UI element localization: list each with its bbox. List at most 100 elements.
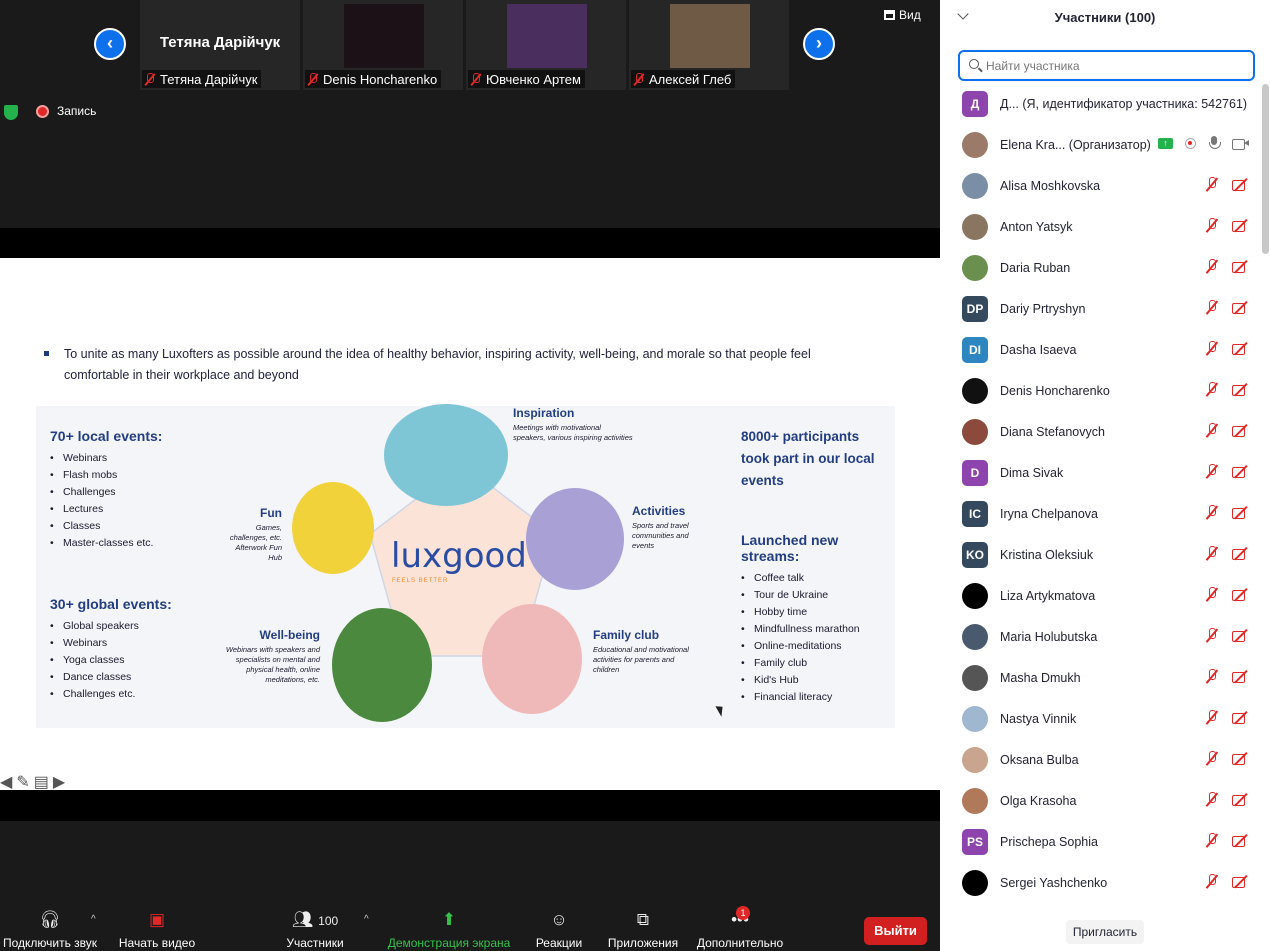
reactions-button[interactable]: ☺ Реакции <box>532 910 586 950</box>
avatar <box>962 664 988 691</box>
letterbox-bottom <box>0 790 940 821</box>
avatar <box>962 131 988 158</box>
view-button[interactable]: Вид <box>884 8 921 22</box>
avatar <box>962 869 988 896</box>
participant-row[interactable]: IC Iryna Chelpanova <box>940 493 1262 534</box>
invite-button[interactable]: Пригласить <box>1066 920 1144 944</box>
participant-row[interactable]: Д Д... (Я, идентификатор участника: 54276… <box>940 83 1262 124</box>
family-title: Family club <box>593 628 660 642</box>
participant-row[interactable]: Alisa Moshkovska <box>940 165 1262 206</box>
mic-off-icon <box>1206 751 1218 766</box>
streams-column: 8000+ participants took part in our loca… <box>741 426 891 706</box>
mic-off-icon <box>1206 259 1218 274</box>
participant-row[interactable]: Nastya Vinnik <box>940 698 1262 739</box>
participant-name: Daria Ruban <box>1000 260 1071 275</box>
mic-off-icon <box>1206 177 1218 192</box>
camera-off-icon <box>1232 875 1250 888</box>
recording-indicator[interactable]: Запись <box>36 104 96 118</box>
camera-off-icon <box>1232 834 1250 847</box>
participant-row[interactable]: Daria Ruban <box>940 247 1262 288</box>
mic-off-icon <box>1206 300 1218 315</box>
participant-row[interactable]: Elena Kra... (Организатор) ↑ <box>940 124 1262 165</box>
arrow-left-icon[interactable]: ◀ <box>0 772 12 792</box>
apps-label: Приложения <box>607 936 679 950</box>
participants-options-caret[interactable]: ^ <box>364 914 369 925</box>
participant-name: Elena Kra... (Организатор) <box>1000 137 1151 152</box>
next-page-button[interactable]: › <box>803 28 835 60</box>
participant-name: Denis Honcharenko <box>1000 383 1110 398</box>
video-thumbnail[interactable]: Ювченко Артем <box>466 0 626 90</box>
video-thumbnail[interactable]: Тетяна Дарійчук Тетяна Дарійчук <box>140 0 300 90</box>
participants-button[interactable]: 👥︎ 100 Участники <box>282 910 348 950</box>
family-caption: Family club Educational and motivational… <box>593 628 693 675</box>
list-item: Lectures <box>50 501 240 518</box>
comment-icon[interactable]: ▤ <box>34 772 49 792</box>
notification-badge: 1 <box>736 906 750 920</box>
avatar <box>962 787 988 814</box>
participant-row[interactable]: KO Kristina Oleksiuk <box>940 534 1262 575</box>
participant-row[interactable]: Oksana Bulba <box>940 739 1262 780</box>
shield-icon[interactable] <box>4 105 18 120</box>
camera-off-icon <box>1232 301 1250 314</box>
participant-search[interactable] <box>958 50 1255 81</box>
camera-off-icon <box>1232 588 1250 601</box>
participant-name: Olga Krasoha <box>1000 793 1077 808</box>
participant-status <box>1206 546 1250 561</box>
audio-options-caret[interactable]: ^ <box>91 914 96 925</box>
participant-row[interactable]: Sergei Yashchenko <box>940 862 1262 903</box>
arrow-right-icon[interactable]: ▶ <box>53 772 65 792</box>
participant-name: Alisa Moshkovska <box>1000 178 1101 193</box>
participant-row[interactable]: Masha Dmukh <box>940 657 1262 698</box>
wellbeing-text: Webinars with speakers and specialists o… <box>225 645 320 684</box>
smiley-icon: ☺ <box>550 910 568 929</box>
more-label: Дополнительно <box>696 936 784 950</box>
video-thumbnails: Тетяна Дарійчук Тетяна Дарійчук Denis Honc… <box>140 0 789 90</box>
participant-name: Oksana Bulba <box>1000 752 1079 767</box>
start-video-button[interactable]: ▣ Начать видео <box>116 910 198 950</box>
search-input[interactable] <box>986 52 1246 79</box>
participant-row[interactable]: Anton Yatsyk <box>940 206 1262 247</box>
global-events-title: 30+ global events: <box>50 596 172 612</box>
streams-title: Launched new streams: <box>741 532 839 564</box>
leave-button[interactable]: Выйти <box>864 917 927 945</box>
avatar: PS <box>962 828 988 855</box>
video-thumbnail[interactable]: Denis Honcharenko <box>303 0 463 90</box>
mic-off-icon <box>633 72 645 86</box>
participant-name: Anton Yatsyk <box>1000 219 1073 234</box>
mic-icon <box>1208 136 1221 151</box>
pencil-icon[interactable]: ✎ <box>16 772 29 792</box>
list-item: Flash mobs <box>50 467 240 484</box>
share-screen-button[interactable]: ⬆ Демонстрация экрана <box>386 910 512 950</box>
participant-row[interactable]: Liza Artykmatova <box>940 575 1262 616</box>
participant-row[interactable]: Denis Honcharenko <box>940 370 1262 411</box>
participant-name: Maria Holubutska <box>1000 629 1098 644</box>
video-thumbnail[interactable]: Алексей Глеб <box>629 0 789 90</box>
prev-page-button[interactable]: ‹ <box>94 28 126 60</box>
family-photo <box>482 604 582 714</box>
participant-name: Iryna Chelpanova <box>1000 506 1098 521</box>
letterbox-top <box>0 228 940 258</box>
join-audio-button[interactable]: 🎧︎ Подключить звук <box>0 910 100 950</box>
mic-off-icon <box>1206 874 1218 889</box>
participant-row[interactable]: DI Dasha Isaeva <box>940 329 1262 370</box>
participant-row[interactable]: Olga Krasoha <box>940 780 1262 821</box>
participants-stat: 8000+ participants took part in our loca… <box>741 429 875 488</box>
mic-off-icon <box>1206 669 1218 684</box>
camera-off-icon <box>1232 260 1250 273</box>
participant-status <box>1206 505 1250 520</box>
participant-row[interactable]: Maria Holubutska <box>940 616 1262 657</box>
panel-scrollbar[interactable] <box>1262 84 1269 254</box>
meeting-area: ‹ Тетяна Дарійчук Тетяна Дарійчук Denis Ho… <box>0 0 940 951</box>
avatar <box>962 254 988 281</box>
camera-off-icon <box>1232 711 1250 724</box>
participant-row[interactable]: DP Dariy Prtryshyn <box>940 288 1262 329</box>
more-button[interactable]: ••• 1 Дополнительно <box>694 906 786 950</box>
participant-row[interactable]: D Dima Sivak <box>940 452 1262 493</box>
name-tag: Denis Honcharenko <box>305 70 442 88</box>
video-feed <box>670 4 750 68</box>
apps-button[interactable]: ⧉ Приложения <box>605 910 681 950</box>
participant-row[interactable]: Diana Stefanovych <box>940 411 1262 452</box>
mic-off-icon <box>1206 710 1218 725</box>
participant-name: Nastya Vinnik <box>1000 711 1077 726</box>
participant-row[interactable]: PS Prischepa Sophia <box>940 821 1262 862</box>
